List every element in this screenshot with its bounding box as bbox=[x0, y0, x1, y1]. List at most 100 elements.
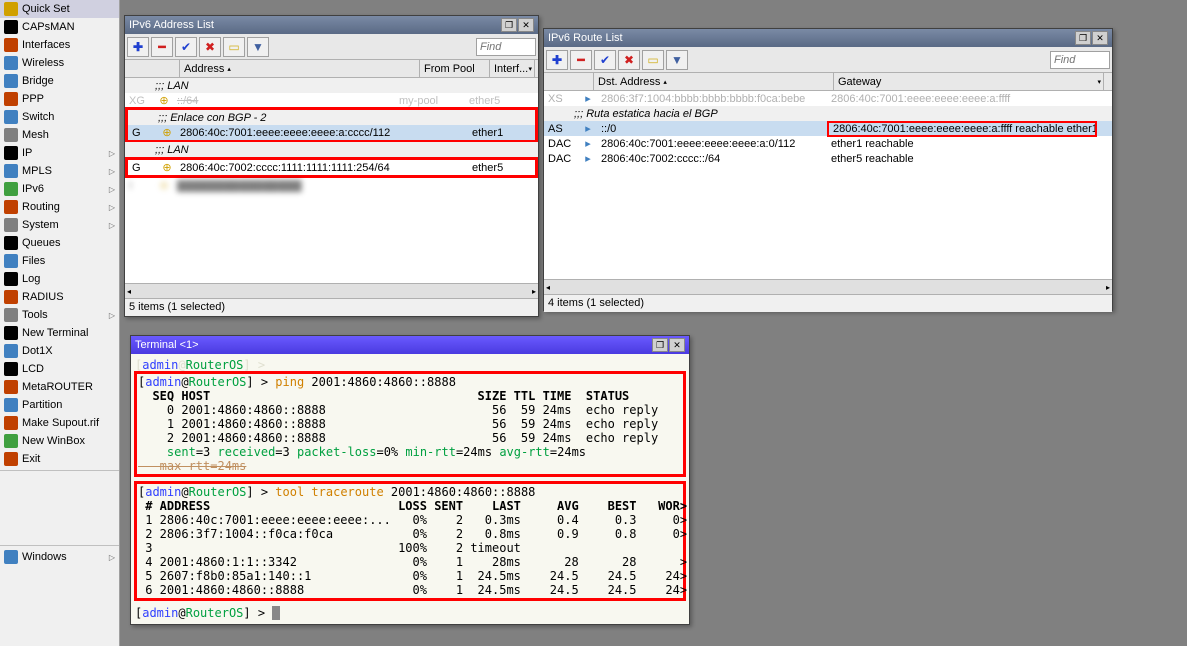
sidebar-item-label: RADIUS bbox=[22, 291, 64, 303]
sidebar-item-windows[interactable]: Windows▷ bbox=[0, 548, 119, 566]
winbox-icon bbox=[4, 434, 18, 448]
enable-button[interactable]: ✔ bbox=[594, 50, 616, 70]
filter-button[interactable]: ▼ bbox=[247, 37, 269, 57]
remove-button[interactable]: ━ bbox=[151, 37, 173, 57]
comment-row[interactable]: ;;; LAN bbox=[125, 142, 538, 157]
find-input[interactable] bbox=[476, 38, 536, 56]
sidebar-item-bridge[interactable]: Bridge bbox=[0, 72, 119, 90]
table-row[interactable]: G⊕2806:40c:7002:cccc:1111:1111:1111:254/… bbox=[128, 160, 535, 175]
sidebar-item-radius[interactable]: RADIUS bbox=[0, 288, 119, 306]
tools-icon bbox=[4, 308, 18, 322]
sidebar-item-ip[interactable]: IP▷ bbox=[0, 144, 119, 162]
sidebar-item-label: PPP bbox=[22, 93, 44, 105]
window-title: IPv6 Route List bbox=[548, 32, 1075, 44]
sidebar-item-switch[interactable]: Switch bbox=[0, 108, 119, 126]
find-input[interactable] bbox=[1050, 51, 1110, 69]
sidebar-item-interfaces[interactable]: Interfaces bbox=[0, 36, 119, 54]
disable-button[interactable]: ✖ bbox=[618, 50, 640, 70]
sidebar-item-tools[interactable]: Tools▷ bbox=[0, 306, 119, 324]
col-dst-address[interactable]: Dst. Address▴ bbox=[594, 73, 834, 90]
sidebar-item-label: MetaROUTER bbox=[22, 381, 93, 393]
table-row[interactable]: DAC▸2806:40c:7002:cccc::/64ether5 reacha… bbox=[544, 151, 1112, 166]
sidebar-item-log[interactable]: Log bbox=[0, 270, 119, 288]
terminal-output[interactable]: [admin@RouterOS] > [admin@RouterOS] > pi… bbox=[131, 354, 689, 624]
table-row[interactable]: XG⊕::/64my-poolether5 bbox=[125, 93, 538, 108]
dot1x-icon bbox=[4, 344, 18, 358]
route-titlebar[interactable]: IPv6 Route List ❐ ✕ bbox=[544, 29, 1112, 47]
terminal-titlebar[interactable]: Terminal <1> ❐ ✕ bbox=[131, 336, 689, 354]
sidebar-item-make-supout.rif[interactable]: Make Supout.rif bbox=[0, 414, 119, 432]
table-row[interactable]: G⊕2806:40c:7001:eeee:eeee:eeee:a:cccc/11… bbox=[128, 125, 535, 140]
ipv6-route-window: IPv6 Route List ❐ ✕ ✚ ━ ✔ ✖ ▭ ▼ Dst. Add… bbox=[543, 28, 1113, 311]
sidebar-item-wireless[interactable]: Wireless bbox=[0, 54, 119, 72]
submenu-arrow-icon: ▷ bbox=[109, 167, 115, 176]
window-restore-button[interactable]: ❐ bbox=[1075, 31, 1091, 45]
disable-button[interactable]: ✖ bbox=[199, 37, 221, 57]
sidebar-item-new-winbox[interactable]: New WinBox bbox=[0, 432, 119, 450]
window-close-button[interactable]: ✕ bbox=[518, 18, 534, 32]
col-gateway[interactable]: Gateway▾ bbox=[834, 73, 1104, 90]
sidebar-item-capsman[interactable]: CAPsMAN bbox=[0, 18, 119, 36]
submenu-arrow-icon: ▷ bbox=[109, 553, 115, 562]
sidebar-item-lcd[interactable]: LCD bbox=[0, 360, 119, 378]
table-row[interactable]: XS▸2806:3f7:1004:bbbb:bbbb:bbbb:f0ca:beb… bbox=[544, 91, 1112, 106]
comment-row[interactable]: ;;; Ruta estatica hacia el BGP bbox=[544, 106, 1112, 121]
horizontal-scrollbar[interactable]: ◂▸ bbox=[544, 279, 1112, 294]
sidebar-item-dot1x[interactable]: Dot1X bbox=[0, 342, 119, 360]
radius-icon bbox=[4, 290, 18, 304]
ppp-icon bbox=[4, 92, 18, 106]
sidebar-item-mpls[interactable]: MPLS ▷ bbox=[0, 162, 119, 180]
filter-button[interactable]: ▼ bbox=[666, 50, 688, 70]
remove-button[interactable]: ━ bbox=[570, 50, 592, 70]
supout-icon bbox=[4, 416, 18, 430]
add-button[interactable]: ✚ bbox=[127, 37, 149, 57]
col-address[interactable]: Address▴ bbox=[180, 60, 420, 77]
address-titlebar[interactable]: IPv6 Address List ❐ ✕ bbox=[125, 16, 538, 34]
window-close-button[interactable]: ✕ bbox=[669, 338, 685, 352]
sidebar-item-quick-set[interactable]: Quick Set bbox=[0, 0, 119, 18]
ipv6-address-window: IPv6 Address List ❐ ✕ ✚ ━ ✔ ✖ ▭ ▼ Addres… bbox=[124, 15, 539, 317]
table-row[interactable]: AS▸::/02806:40c:7001:eeee:eeee:eeee:a:ff… bbox=[544, 121, 1112, 136]
sidebar-item-label: CAPsMAN bbox=[22, 21, 75, 33]
window-title: Terminal <1> bbox=[135, 339, 652, 351]
col-from-pool[interactable]: From Pool bbox=[420, 60, 490, 77]
mpls-icon bbox=[4, 164, 18, 178]
add-button[interactable]: ✚ bbox=[546, 50, 568, 70]
log-icon bbox=[4, 272, 18, 286]
col-interface[interactable]: Interf...▾ bbox=[490, 60, 535, 77]
window-restore-button[interactable]: ❐ bbox=[501, 18, 517, 32]
comment-row[interactable]: ;;; Enlace con BGP - 2 bbox=[128, 110, 535, 125]
sidebar-item-metarouter[interactable]: MetaROUTER bbox=[0, 378, 119, 396]
table-row[interactable]: DAC▸2806:40c:7001:eeee:eeee:eeee:a:0/112… bbox=[544, 136, 1112, 151]
files-icon bbox=[4, 254, 18, 268]
mesh-icon bbox=[4, 128, 18, 142]
sidebar-item-partition[interactable]: Partition bbox=[0, 396, 119, 414]
window-close-button[interactable]: ✕ bbox=[1092, 31, 1108, 45]
enable-button[interactable]: ✔ bbox=[175, 37, 197, 57]
submenu-arrow-icon: ▷ bbox=[109, 185, 115, 194]
address-table-body: ;;; LANXG⊕::/64my-poolether5;;; Enlace c… bbox=[125, 78, 538, 283]
sidebar-item-new-terminal[interactable]: New Terminal bbox=[0, 324, 119, 342]
switch-icon bbox=[4, 110, 18, 124]
sidebar-item-queues[interactable]: Queues bbox=[0, 234, 119, 252]
table-row-blurred: I⊕████████████████ bbox=[125, 178, 538, 193]
route-table-header: Dst. Address▴ Gateway▾ bbox=[544, 73, 1112, 91]
window-restore-button[interactable]: ❐ bbox=[652, 338, 668, 352]
sidebar-item-label: MPLS bbox=[22, 165, 52, 177]
comment-row[interactable]: ;;; LAN bbox=[125, 78, 538, 93]
sidebar-item-exit[interactable]: Exit bbox=[0, 450, 119, 468]
sidebar-item-system[interactable]: System▷ bbox=[0, 216, 119, 234]
sidebar-item-ipv6[interactable]: IPv6▷ bbox=[0, 180, 119, 198]
comment-button[interactable]: ▭ bbox=[642, 50, 664, 70]
sidebar-item-label: New Terminal bbox=[22, 327, 88, 339]
sidebar-item-label: Partition bbox=[22, 399, 62, 411]
comment-button[interactable]: ▭ bbox=[223, 37, 245, 57]
sidebar-item-label: Bridge bbox=[22, 75, 54, 87]
sidebar-item-routing[interactable]: Routing▷ bbox=[0, 198, 119, 216]
lcd-icon bbox=[4, 362, 18, 376]
sidebar-item-files[interactable]: Files bbox=[0, 252, 119, 270]
address-toolbar: ✚ ━ ✔ ✖ ▭ ▼ bbox=[125, 34, 538, 60]
horizontal-scrollbar[interactable]: ◂▸ bbox=[125, 283, 538, 298]
sidebar-item-ppp[interactable]: PPP bbox=[0, 90, 119, 108]
sidebar-item-mesh[interactable]: Mesh bbox=[0, 126, 119, 144]
